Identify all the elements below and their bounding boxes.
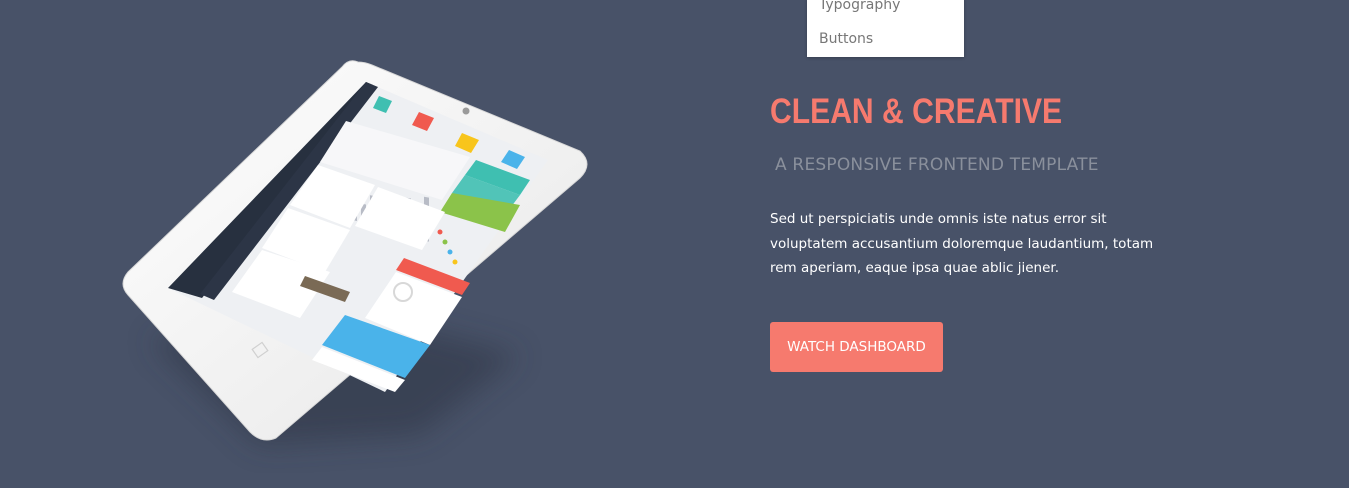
dropdown-item-buttons[interactable]: Buttons <box>819 31 873 47</box>
dropdown-item-typography[interactable]: Typography <box>819 0 900 13</box>
hero-subtitle: A RESPONSIVE FRONTEND TEMPLATE <box>775 155 1099 175</box>
nav-dropdown-menu: Typography Buttons <box>807 0 964 57</box>
watch-dashboard-button[interactable]: WATCH DASHBOARD <box>770 322 943 372</box>
hero-title: CLEAN & CREATIVE <box>770 92 1063 131</box>
hero-description: Sed ut perspiciatis unde omnis iste natu… <box>770 211 1154 276</box>
camera-icon <box>462 107 470 115</box>
tablet-illustration <box>0 0 700 488</box>
tablet-dashboard-mockup <box>122 60 588 445</box>
